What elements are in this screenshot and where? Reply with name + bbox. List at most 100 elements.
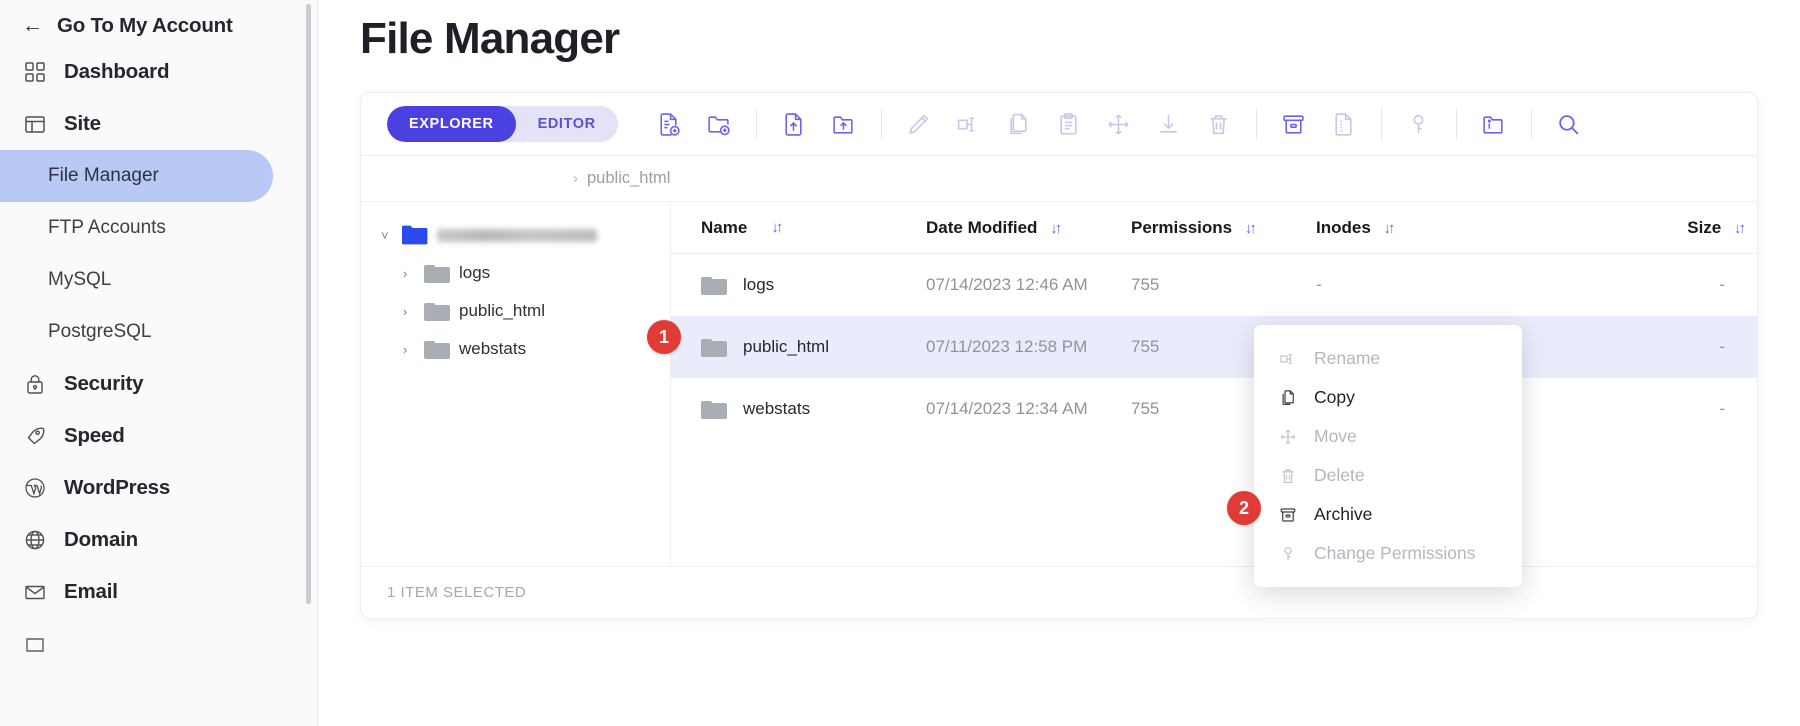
toolbar-divider xyxy=(880,109,882,139)
move-icon xyxy=(1278,427,1298,447)
context-menu-item-move[interactable]: Move xyxy=(1254,417,1522,456)
table-row[interactable]: webstats 07/14/2023 12:34 AM 755 - xyxy=(671,378,1757,440)
tree-node-root[interactable]: ˅ xyxy=(361,220,670,250)
context-menu-item-archive[interactable]: Archive xyxy=(1254,495,1522,534)
chevron-right-icon[interactable]: › xyxy=(403,342,415,357)
explorer-editor-toggle[interactable]: EXPLORER EDITOR xyxy=(387,106,618,142)
sidebar-item-security[interactable]: Security xyxy=(0,358,317,410)
cell-date-modified: 07/11/2023 12:58 PM xyxy=(926,337,1088,356)
toolbar-divider xyxy=(1530,109,1532,139)
toolbar-divider xyxy=(1455,109,1457,139)
sort-icon[interactable]: ↓↑ xyxy=(1384,220,1396,237)
chevron-right-icon[interactable]: › xyxy=(403,266,415,281)
sidebar-item-speed[interactable]: Speed xyxy=(0,410,317,462)
toolbar-divider xyxy=(1255,109,1257,139)
rocket-icon xyxy=(22,423,48,449)
sidebar-item-label: Site xyxy=(64,112,101,135)
folder-info-icon[interactable] xyxy=(1469,101,1519,147)
context-menu: Rename Copy Move Delete Archive Change P… xyxy=(1254,325,1522,587)
delete-trash-icon[interactable] xyxy=(1194,101,1244,147)
tree-node-webstats[interactable]: › webstats xyxy=(361,334,670,364)
breadcrumb-path[interactable]: public_html xyxy=(587,169,670,188)
tree-node-label: logs xyxy=(459,263,491,282)
sidebar-subitem-label: PostgreSQL xyxy=(48,321,152,342)
upload-file-icon[interactable] xyxy=(769,101,819,147)
edit-pencil-icon[interactable] xyxy=(894,101,944,147)
cut-off-icon xyxy=(22,631,48,657)
status-text: 1 ITEM SELECTED xyxy=(387,584,527,601)
file-name-label: logs xyxy=(743,275,775,294)
sidebar-subitem-label: MySQL xyxy=(48,269,112,290)
change-permissions-key-icon[interactable] xyxy=(1394,101,1444,147)
status-bar: 1 ITEM SELECTED xyxy=(361,566,1757,618)
wordpress-icon xyxy=(22,475,48,501)
sidebar-item-dashboard[interactable]: Dashboard xyxy=(0,46,317,98)
tree-node-label: public_html xyxy=(459,301,545,320)
cell-date-modified: 07/14/2023 12:46 AM xyxy=(926,275,1088,294)
column-header-permissions[interactable]: Permissions ↓↑ xyxy=(1131,218,1316,238)
sidebar-subitem-label: FTP Accounts xyxy=(48,217,166,238)
archive-icon xyxy=(1278,505,1298,525)
sort-icon[interactable]: ↓↑ xyxy=(771,219,783,236)
context-menu-item-label: Archive xyxy=(1314,504,1373,524)
grid-icon xyxy=(22,59,48,85)
chevron-right-icon[interactable]: › xyxy=(403,304,415,319)
sort-icon[interactable]: ↓↑ xyxy=(1734,220,1746,237)
new-file-icon[interactable] xyxy=(644,101,694,147)
sidebar-item-domain[interactable]: Domain xyxy=(0,514,317,566)
tab-editor[interactable]: EDITOR xyxy=(515,106,618,142)
chevron-down-icon[interactable]: ˅ xyxy=(381,228,393,243)
column-header-name[interactable]: Name ↓↑ xyxy=(671,218,926,238)
sidebar-item-mysql[interactable]: MySQL xyxy=(0,254,273,306)
column-header-inodes[interactable]: Inodes ↓↑ xyxy=(1316,218,1476,238)
folder-icon xyxy=(424,339,450,359)
tab-explorer[interactable]: EXPLORER xyxy=(387,106,516,142)
download-icon[interactable] xyxy=(1144,101,1194,147)
sidebar-item-email[interactable]: Email xyxy=(0,566,317,618)
breadcrumb: › public_html xyxy=(361,156,1757,202)
sidebar-item-file-manager[interactable]: File Manager xyxy=(0,150,273,202)
sidebar-item-ftp-accounts[interactable]: FTP Accounts xyxy=(0,202,273,254)
context-menu-item-delete[interactable]: Delete xyxy=(1254,456,1522,495)
cell-inodes: - xyxy=(1316,275,1322,294)
move-icon[interactable] xyxy=(1094,101,1144,147)
window-icon xyxy=(22,111,48,137)
search-icon[interactable] xyxy=(1544,101,1594,147)
sort-icon[interactable]: ↓↑ xyxy=(1245,220,1257,237)
sidebar-item-postgresql[interactable]: PostgreSQL xyxy=(0,306,273,358)
context-menu-item-copy[interactable]: Copy xyxy=(1254,378,1522,417)
context-menu-item-change-permissions[interactable]: Change Permissions xyxy=(1254,534,1522,573)
context-menu-item-rename[interactable]: Rename xyxy=(1254,339,1522,378)
sidebar-item-site[interactable]: Site xyxy=(0,98,317,150)
folder-icon xyxy=(701,337,727,357)
rename-icon[interactable] xyxy=(944,101,994,147)
go-to-my-account-link[interactable]: ← Go To My Account xyxy=(0,6,317,46)
sort-icon[interactable]: ↓↑ xyxy=(1050,220,1062,237)
sidebar: ← Go To My Account Dashboard Site File M… xyxy=(0,0,318,726)
chevron-right-icon: › xyxy=(573,170,578,187)
sidebar-item-wordpress[interactable]: WordPress xyxy=(0,462,317,514)
table-row[interactable]: public_html 07/11/2023 12:58 PM 755 - - xyxy=(671,316,1757,378)
column-header-date-modified[interactable]: Date Modified ↓↑ xyxy=(926,218,1131,238)
paste-icon[interactable] xyxy=(1044,101,1094,147)
column-header-size[interactable]: Size ↓↑ xyxy=(1476,218,1757,238)
archive-icon[interactable] xyxy=(1269,101,1319,147)
folder-tree: ˅ › logs › public_html › webstats xyxy=(361,202,671,566)
table-row[interactable]: logs 07/14/2023 12:46 AM 755 - - xyxy=(671,254,1757,316)
upload-folder-icon[interactable] xyxy=(819,101,869,147)
cell-date-modified: 07/14/2023 12:34 AM xyxy=(926,399,1088,418)
envelope-icon xyxy=(22,579,48,605)
sidebar-item-label: WordPress xyxy=(64,476,171,499)
sidebar-scrollbar[interactable] xyxy=(306,4,311,604)
file-name-label: public_html xyxy=(743,337,829,356)
tree-node-logs[interactable]: › logs xyxy=(361,258,670,288)
sidebar-item-label: Domain xyxy=(64,528,138,551)
tree-node-public-html[interactable]: › public_html xyxy=(361,296,670,326)
sidebar-item-partial[interactable] xyxy=(0,618,317,670)
new-folder-icon[interactable] xyxy=(694,101,744,147)
extract-icon[interactable] xyxy=(1319,101,1369,147)
file-table: Name ↓↑ Date Modified ↓↑ Permissions ↓↑ xyxy=(671,202,1757,566)
arrow-left-icon: ← xyxy=(22,13,43,37)
copy-icon[interactable] xyxy=(994,101,1044,147)
sidebar-item-label: Security xyxy=(64,372,144,395)
